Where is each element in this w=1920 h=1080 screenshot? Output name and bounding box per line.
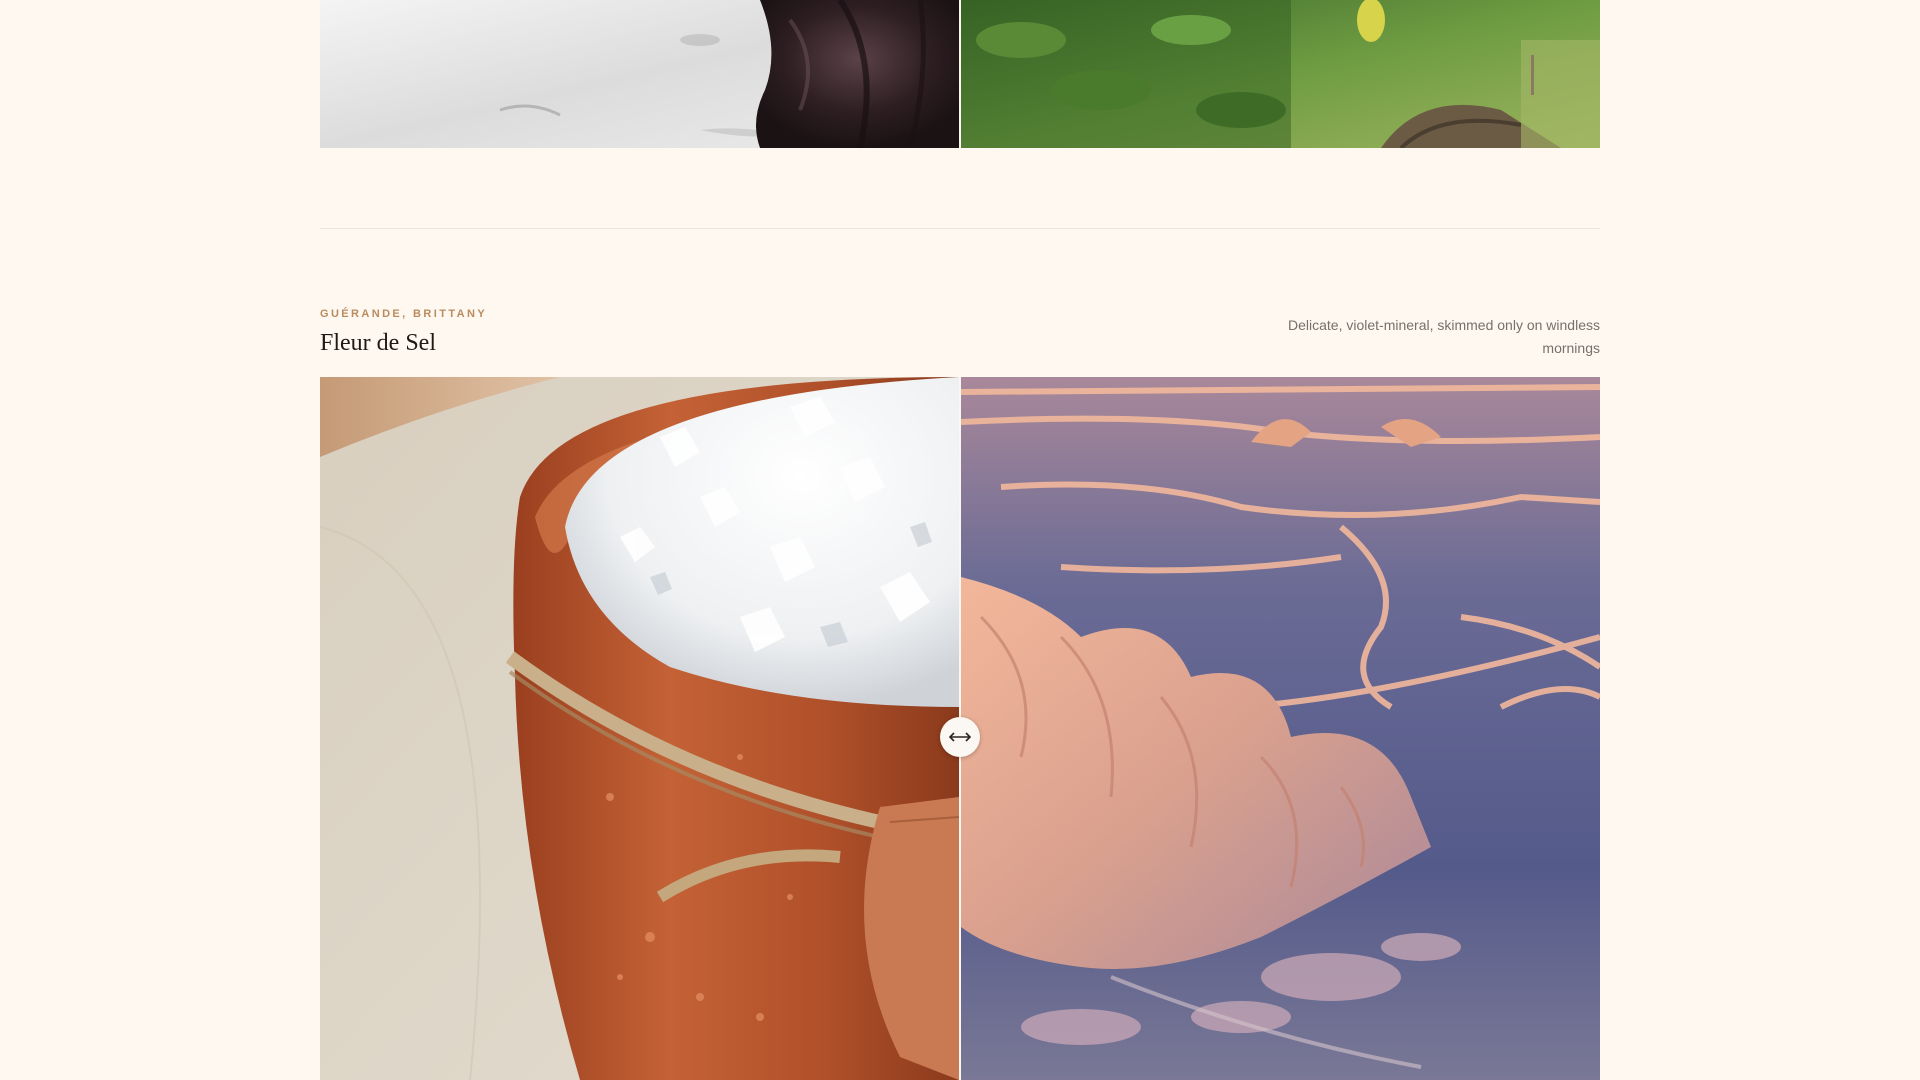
section-description: Delicate, violet-mineral, skimmed only o…	[1287, 317, 1600, 356]
comparison-right-image	[961, 377, 1600, 1080]
section-header: GUÉRANDE, BRITTANY Fleur de Sel Delicate…	[320, 306, 1600, 366]
section-title: Fleur de Sel	[320, 330, 436, 356]
section-divider	[320, 228, 1600, 229]
image-comparison-slider[interactable]	[320, 377, 1600, 1080]
section-location-label: GUÉRANDE, BRITTANY	[320, 308, 488, 320]
page: GUÉRANDE, BRITTANY Fleur de Sel Delicate…	[0, 0, 1920, 1080]
previous-left-image	[320, 0, 959, 148]
comparison-left-image	[320, 377, 959, 1080]
comparison-drag-handle[interactable]	[940, 717, 980, 757]
previous-comparison-divider	[959, 0, 961, 148]
left-right-arrows-icon	[947, 731, 973, 743]
previous-image-comparison[interactable]	[320, 0, 1600, 148]
previous-right-image	[961, 0, 1600, 148]
